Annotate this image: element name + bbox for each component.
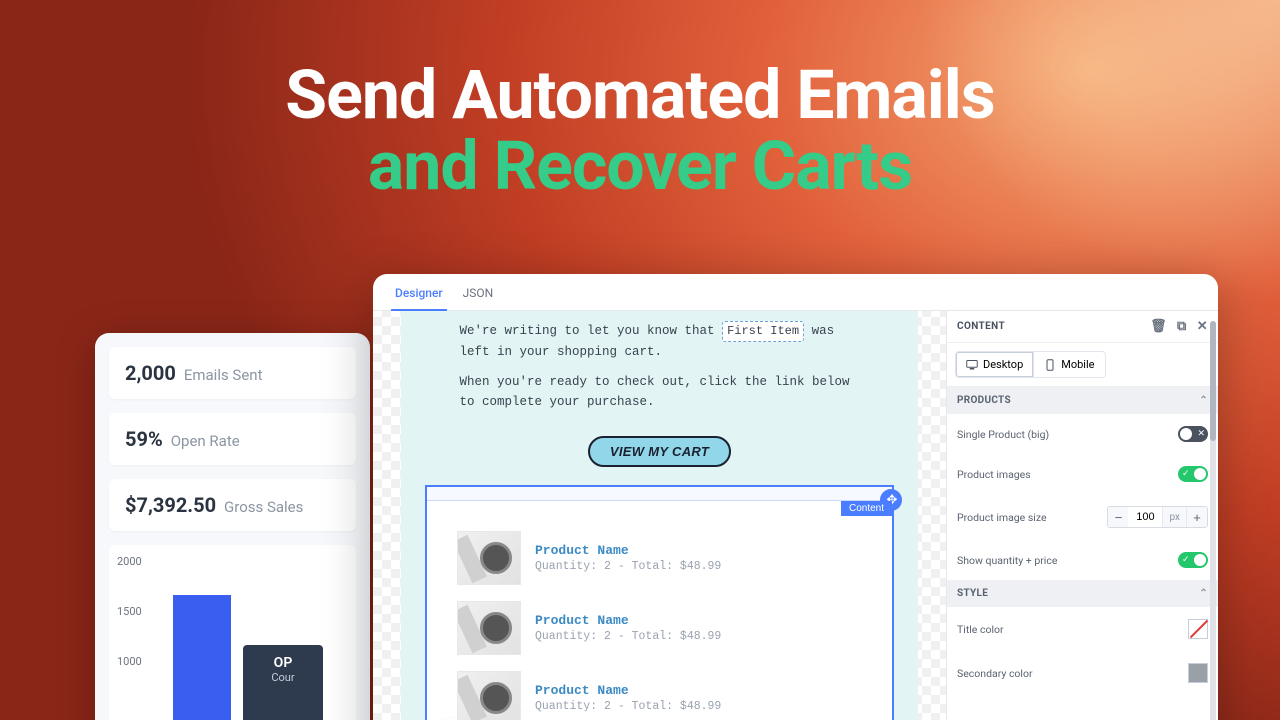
device-label: Mobile — [1061, 358, 1094, 371]
opt-title-color: Title color — [947, 607, 1218, 651]
opt-label: Product images — [957, 468, 1031, 481]
email-body-text[interactable]: We're writing to let you know that First… — [450, 321, 870, 412]
image-size-input[interactable] — [1128, 507, 1162, 527]
product-image-placeholder — [457, 671, 521, 720]
stat-emails-sent: 2,000 Emails Sent — [109, 347, 356, 399]
opt-label: Show quantity + price — [957, 554, 1057, 567]
opt-label: Title color — [957, 623, 1004, 636]
toggle-single-product[interactable] — [1178, 426, 1208, 442]
product-image-placeholder — [457, 531, 521, 585]
scrollbar[interactable] — [1210, 321, 1216, 720]
unit-label: px — [1162, 507, 1187, 527]
view-my-cart-button[interactable]: VIEW MY CART — [588, 436, 731, 467]
opt-label: Product image size — [957, 511, 1047, 524]
section-style[interactable]: STYLE ⌃ — [947, 580, 1218, 607]
product-image-placeholder — [457, 601, 521, 655]
opt-show-qty-price: Show quantity + price — [947, 540, 1218, 580]
stats-card: 2,000 Emails Sent 59% Open Rate $7,392.5… — [95, 333, 370, 720]
product-name: Product Name — [535, 543, 721, 558]
image-size-stepper: − px + — [1107, 506, 1208, 528]
product-meta: Quantity: 2 - Total: $48.99 — [535, 630, 721, 643]
delete-icon[interactable]: 🗑 — [1150, 319, 1167, 334]
stat-label: Gross Sales — [224, 498, 303, 516]
device-tab-mobile[interactable]: Mobile — [1033, 351, 1105, 378]
chart: 2000 1500 1000 OP Cour — [109, 545, 356, 720]
y-axis-labels: 2000 1500 1000 — [117, 555, 142, 705]
chart-bar — [173, 595, 231, 720]
toggle-product-images[interactable] — [1178, 466, 1208, 482]
stat-value: 59% — [125, 427, 163, 451]
stepper-minus[interactable]: − — [1108, 507, 1128, 527]
tab-designer[interactable]: Designer — [385, 274, 453, 310]
device-tabs: Desktop Mobile — [947, 343, 1218, 387]
close-icon[interactable]: ✕ — [1197, 319, 1208, 334]
stepper-plus[interactable]: + — [1187, 507, 1207, 527]
product-name: Product Name — [535, 613, 721, 628]
products-block[interactable]: ✥ Content ✥ Product Name Quantity: 2 - T… — [425, 485, 894, 720]
opt-label: Secondary color — [957, 667, 1033, 680]
device-tab-desktop[interactable]: Desktop — [955, 351, 1033, 378]
product-row[interactable]: Product Name Quantity: 2 - Total: $48.99 — [427, 663, 892, 720]
tab-json[interactable]: JSON — [453, 274, 504, 310]
duplicate-icon[interactable]: ⧉ — [1177, 319, 1187, 334]
product-meta: Quantity: 2 - Total: $48.99 — [535, 560, 721, 573]
stat-value: $7,392.50 — [125, 493, 216, 517]
block-topbar[interactable] — [427, 487, 892, 501]
opt-single-product: Single Product (big) — [947, 414, 1218, 454]
email-canvas[interactable]: We're writing to let you know that First… — [373, 311, 946, 720]
sidebar-title: CONTENT — [957, 321, 1005, 332]
stat-label: Emails Sent — [184, 366, 263, 384]
tooltip-sub: Cour — [243, 671, 323, 684]
y-tick: 1000 — [117, 655, 142, 705]
section-products[interactable]: PRODUCTS ⌃ — [947, 387, 1218, 414]
stat-value: 2,000 — [125, 361, 176, 385]
tooltip-title: OP — [274, 655, 293, 671]
y-tick: 1500 — [117, 605, 142, 655]
stat-open-rate: 59% Open Rate — [109, 413, 356, 465]
stat-label: Open Rate — [171, 432, 240, 450]
toggle-show-qty-price[interactable] — [1178, 552, 1208, 568]
product-row[interactable]: Product Name Quantity: 2 - Total: $48.99 — [427, 523, 892, 593]
mobile-icon — [1044, 359, 1056, 371]
device-label: Desktop — [983, 358, 1023, 371]
y-tick: 2000 — [117, 555, 142, 605]
product-row[interactable]: Product Name Quantity: 2 - Total: $48.99 — [427, 593, 892, 663]
section-title: STYLE — [957, 588, 988, 599]
opt-label: Single Product (big) — [957, 428, 1049, 441]
chart-tooltip: OP Cour — [243, 645, 323, 720]
sidebar-header: CONTENT 🗑 ⧉ ✕ — [947, 311, 1218, 343]
product-name: Product Name — [535, 683, 721, 698]
opt-secondary-color: Secondary color — [947, 651, 1218, 695]
section-title: PRODUCTS — [957, 395, 1011, 406]
opt-product-images: Product images — [947, 454, 1218, 494]
color-swatch-secondary[interactable] — [1188, 663, 1208, 683]
color-swatch-title[interactable] — [1188, 619, 1208, 639]
desktop-icon — [966, 359, 978, 371]
email-line2: When you're ready to check out, click th… — [460, 372, 860, 412]
chevron-up-icon: ⌃ — [1199, 588, 1208, 599]
email-line1a: We're writing to let you know that — [460, 324, 715, 338]
designer-window: Designer JSON We're writing to let you k… — [373, 274, 1218, 720]
opt-product-image-size: Product image size − px + — [947, 494, 1218, 540]
chevron-up-icon: ⌃ — [1199, 395, 1208, 406]
content-tag: Content — [841, 501, 892, 516]
editor-tabs: Designer JSON — [373, 274, 1218, 311]
merge-tag-first-item[interactable]: First Item — [722, 321, 804, 342]
properties-sidebar: CONTENT 🗑 ⧉ ✕ Desktop Mobile PRODUC — [946, 311, 1218, 720]
stat-gross-sales: $7,392.50 Gross Sales — [109, 479, 356, 531]
